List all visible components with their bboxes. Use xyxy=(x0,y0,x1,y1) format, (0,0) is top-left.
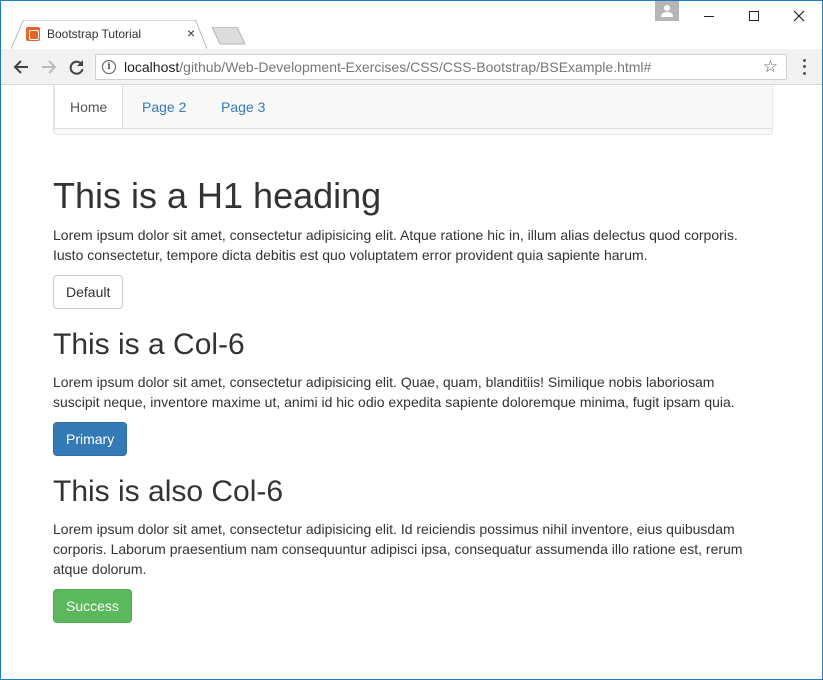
page-content: Home Page 2 Page 3 This is a H1 heading … xyxy=(1,86,822,679)
reload-icon[interactable] xyxy=(67,57,87,77)
browser-tab[interactable]: Bootstrap Tutorial × xyxy=(11,20,207,49)
menu-icon[interactable] xyxy=(797,57,811,77)
url-text[interactable]: localhost/github/Web-Development-Exercis… xyxy=(124,59,651,75)
tab-title: Bootstrap Tutorial xyxy=(47,27,142,41)
default-button[interactable]: Default xyxy=(53,275,124,309)
close-icon[interactable]: × xyxy=(187,25,195,41)
favicon-icon xyxy=(26,27,40,41)
success-button[interactable]: Success xyxy=(53,589,132,623)
profile-icon[interactable] xyxy=(655,1,679,21)
info-icon[interactable]: i xyxy=(102,60,116,74)
forward-icon[interactable] xyxy=(39,57,59,77)
also-col-6-heading: This is also Col-6 xyxy=(53,475,284,508)
nav-tabs: Home Page 2 Page 3 xyxy=(53,86,773,135)
paragraph-3: Lorem ipsum dolor sit amet, consectetur … xyxy=(53,521,743,577)
tab-page-3[interactable]: Page 3 xyxy=(206,86,280,128)
minimize-icon[interactable] xyxy=(689,3,729,29)
browser-window: Bootstrap Tutorial × i localhost/github/… xyxy=(0,0,823,680)
browser-toolbar: i localhost/github/Web-Development-Exerc… xyxy=(1,49,822,85)
paragraph-2: Lorem ipsum dolor sit amet, consectetur … xyxy=(53,374,735,410)
url-host: localhost xyxy=(124,59,180,75)
paragraph-1: Lorem ipsum dolor sit amet, consectetur … xyxy=(53,227,738,263)
star-icon[interactable]: ☆ xyxy=(763,57,778,77)
primary-button[interactable]: Primary xyxy=(53,422,128,456)
h1-heading: This is a H1 heading xyxy=(53,175,382,216)
address-bar[interactable]: i localhost/github/Web-Development-Exerc… xyxy=(95,54,787,80)
col-6-heading: This is a Col-6 xyxy=(53,328,245,361)
tab-page-2[interactable]: Page 2 xyxy=(127,86,201,128)
tab-home[interactable]: Home xyxy=(54,86,124,128)
nav-divider xyxy=(54,128,772,129)
url-path: /github/Web-Development-Exercises/CSS/CS… xyxy=(179,59,652,75)
title-bar: Bootstrap Tutorial × xyxy=(1,1,822,49)
maximize-icon[interactable] xyxy=(734,3,774,29)
close-window-icon[interactable] xyxy=(779,3,819,29)
new-tab-icon[interactable] xyxy=(211,27,247,45)
back-icon[interactable] xyxy=(11,57,31,77)
